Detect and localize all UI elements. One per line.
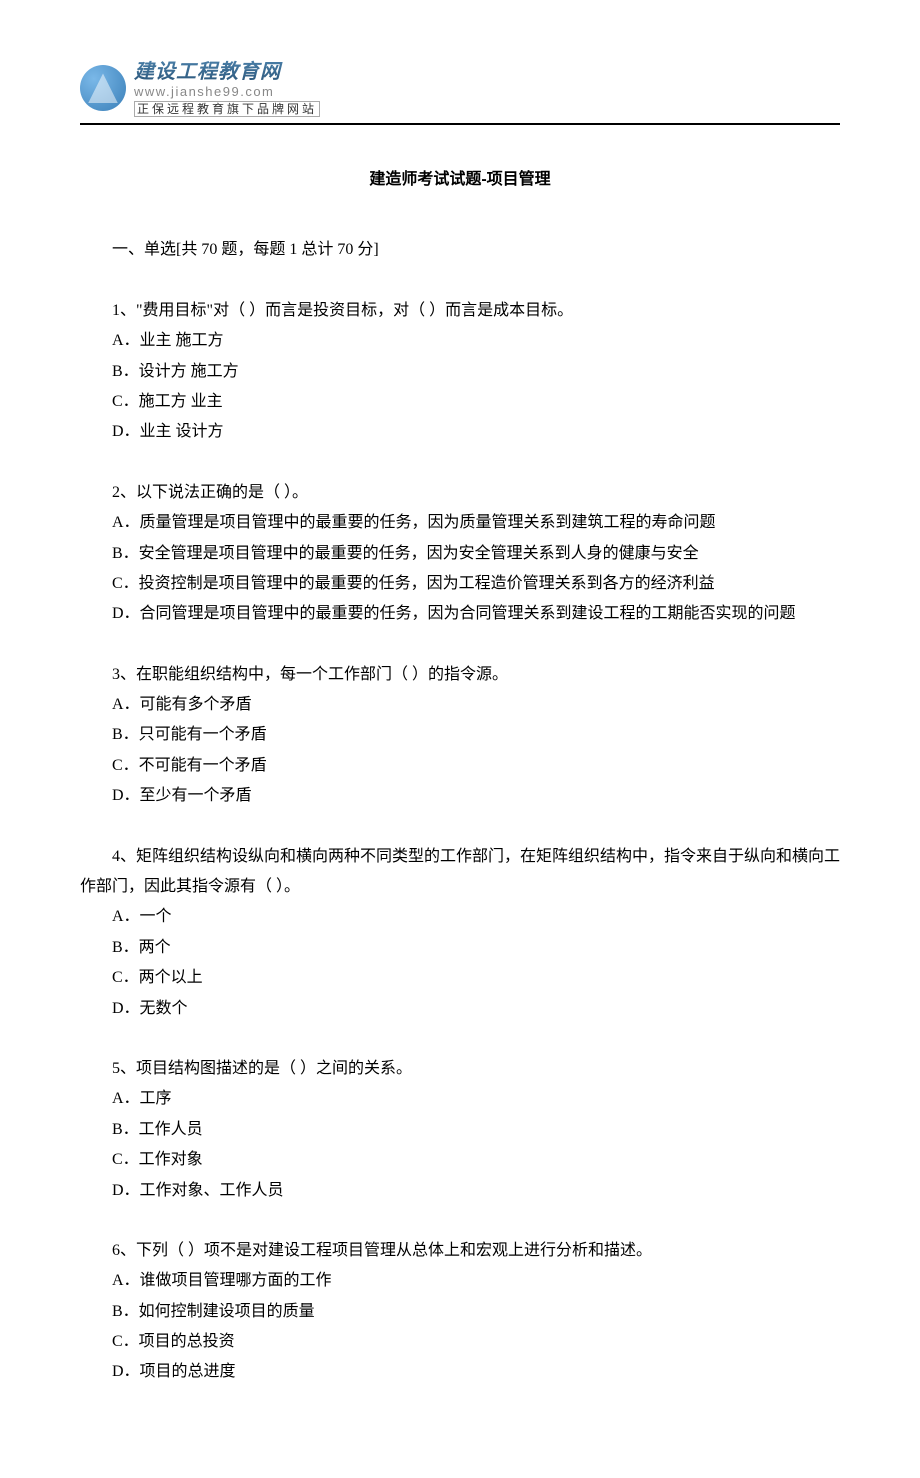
- question-option: A．可能有多个矛盾: [80, 690, 840, 720]
- question-option: C．工作对象: [80, 1145, 840, 1175]
- logo-icon: [80, 65, 126, 111]
- question-text: 1、"费用目标"对（ ）而言是投资目标，对（ ）而言是成本目标。: [80, 296, 840, 326]
- question-option: A．质量管理是项目管理中的最重要的任务，因为质量管理关系到建筑工程的寿命问题: [80, 508, 840, 538]
- question-option: C．投资控制是项目管理中的最重要的任务，因为工程造价管理关系到各方的经济利益: [80, 569, 840, 599]
- question-option: A．工序: [80, 1084, 840, 1114]
- question-option: B．只可能有一个矛盾: [80, 720, 840, 750]
- question-option: C．不可能有一个矛盾: [80, 751, 840, 781]
- page-header: 建设工程教育网 www.jianshe99.com 正保远程教育旗下品牌网站: [80, 60, 840, 125]
- logo-text-block: 建设工程教育网 www.jianshe99.com 正保远程教育旗下品牌网站: [134, 60, 320, 117]
- question-option: B．设计方 施工方: [80, 357, 840, 387]
- question-3: 3、在职能组织结构中，每一个工作部门（ ）的指令源。 A．可能有多个矛盾 B．只…: [80, 660, 840, 812]
- question-5: 5、项目结构图描述的是（ ）之间的关系。 A．工序 B．工作人员 C．工作对象 …: [80, 1054, 840, 1206]
- section-intro: 一、单选[共 70 题，每题 1 总计 70 分]: [80, 235, 840, 265]
- question-option: A．谁做项目管理哪方面的工作: [80, 1266, 840, 1296]
- question-option: D．合同管理是项目管理中的最重要的任务，因为合同管理关系到建设工程的工期能否实现…: [80, 599, 840, 629]
- question-option: C．施工方 业主: [80, 387, 840, 417]
- question-option: D．业主 设计方: [80, 417, 840, 447]
- question-option: A．一个: [80, 902, 840, 932]
- question-option: D．无数个: [80, 994, 840, 1024]
- question-text: 2、以下说法正确的是（ ）。: [80, 478, 840, 508]
- question-4: 4、矩阵组织结构设纵向和横向两种不同类型的工作部门，在矩阵组织结构中，指令来自于…: [80, 842, 840, 1024]
- question-option: B．如何控制建设项目的质量: [80, 1297, 840, 1327]
- question-2: 2、以下说法正确的是（ ）。 A．质量管理是项目管理中的最重要的任务，因为质量管…: [80, 478, 840, 630]
- question-option: B．工作人员: [80, 1115, 840, 1145]
- document-title: 建造师考试试题-项目管理: [80, 165, 840, 195]
- question-text: 6、下列（ ）项不是对建设工程项目管理从总体上和宏观上进行分析和描述。: [80, 1236, 840, 1266]
- question-option: D．至少有一个矛盾: [80, 781, 840, 811]
- logo: 建设工程教育网 www.jianshe99.com 正保远程教育旗下品牌网站: [80, 60, 840, 117]
- question-option: C．项目的总投资: [80, 1327, 840, 1357]
- question-option: A．业主 施工方: [80, 326, 840, 356]
- question-text: 5、项目结构图描述的是（ ）之间的关系。: [80, 1054, 840, 1084]
- question-1: 1、"费用目标"对（ ）而言是投资目标，对（ ）而言是成本目标。 A．业主 施工…: [80, 296, 840, 448]
- logo-title: 建设工程教育网: [134, 60, 320, 84]
- logo-url: www.jianshe99.com: [134, 84, 320, 100]
- question-option: B．安全管理是项目管理中的最重要的任务，因为安全管理关系到人身的健康与安全: [80, 539, 840, 569]
- question-option: B．两个: [80, 933, 840, 963]
- question-6: 6、下列（ ）项不是对建设工程项目管理从总体上和宏观上进行分析和描述。 A．谁做…: [80, 1236, 840, 1388]
- question-option: C．两个以上: [80, 963, 840, 993]
- question-option: D．工作对象、工作人员: [80, 1176, 840, 1206]
- question-text: 4、矩阵组织结构设纵向和横向两种不同类型的工作部门，在矩阵组织结构中，指令来自于…: [80, 842, 840, 903]
- question-option: D．项目的总进度: [80, 1357, 840, 1387]
- logo-tagline: 正保远程教育旗下品牌网站: [134, 101, 320, 117]
- question-text: 3、在职能组织结构中，每一个工作部门（ ）的指令源。: [80, 660, 840, 690]
